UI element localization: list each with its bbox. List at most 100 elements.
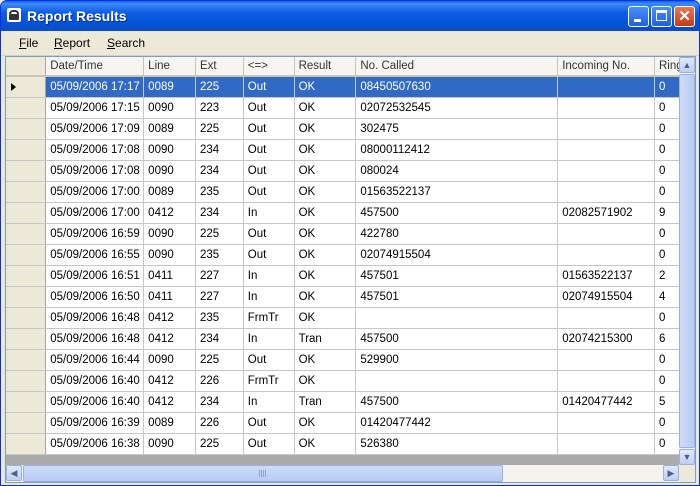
cell-number-called[interactable]: 08450507630 bbox=[355, 76, 559, 98]
horizontal-scrollbar[interactable]: ◀ ▶ bbox=[6, 465, 679, 482]
cell-datetime[interactable]: 05/09/2006 17:08 bbox=[45, 139, 145, 161]
cell-line[interactable]: 0090 bbox=[143, 139, 196, 161]
column-header-line[interactable]: Line bbox=[143, 57, 196, 77]
cell-incoming-number[interactable] bbox=[557, 244, 655, 266]
cell-number-called[interactable]: 02074915504 bbox=[355, 244, 559, 266]
cell-line[interactable]: 0090 bbox=[143, 244, 196, 266]
cell-result[interactable]: OK bbox=[294, 307, 357, 329]
row-selector[interactable] bbox=[6, 76, 47, 98]
column-header-number-called[interactable]: No. Called bbox=[355, 57, 559, 77]
cell-ext[interactable]: 225 bbox=[195, 349, 244, 371]
cell-result[interactable]: OK bbox=[294, 412, 357, 434]
cell-datetime[interactable]: 05/09/2006 17:00 bbox=[45, 202, 145, 224]
row-selector[interactable] bbox=[6, 307, 47, 329]
cell-number-called[interactable]: 457501 bbox=[355, 286, 559, 308]
cell-direction[interactable]: Out bbox=[243, 412, 295, 434]
cell-direction[interactable]: Out bbox=[243, 244, 295, 266]
cell-line[interactable]: 0089 bbox=[143, 118, 196, 140]
cell-line[interactable]: 0412 bbox=[143, 391, 196, 413]
table-row[interactable]: 05/09/2006 17:08 0090 234 Out OK 08000112412 0 bbox=[6, 139, 695, 161]
row-selector[interactable] bbox=[6, 118, 47, 140]
cell-datetime[interactable]: 05/09/2006 16:38 bbox=[45, 433, 145, 455]
cell-direction[interactable]: In bbox=[243, 265, 295, 287]
vertical-scroll-thumb[interactable] bbox=[679, 74, 695, 448]
cell-number-called[interactable]: 457501 bbox=[355, 265, 559, 287]
cell-incoming-number[interactable] bbox=[557, 139, 655, 161]
cell-ext[interactable]: 235 bbox=[195, 244, 244, 266]
cell-number-called[interactable]: 526380 bbox=[355, 433, 559, 455]
row-selector[interactable] bbox=[6, 265, 47, 287]
cell-incoming-number[interactable] bbox=[557, 223, 655, 245]
table-row[interactable]: 05/09/2006 16:48 0412 234 In Tran 457500 02074… bbox=[6, 328, 695, 350]
cell-incoming-number[interactable]: 02082571902 bbox=[557, 202, 655, 224]
cell-datetime[interactable]: 05/09/2006 16:48 bbox=[45, 307, 145, 329]
cell-direction[interactable]: Out bbox=[243, 97, 295, 119]
minimize-button[interactable] bbox=[628, 6, 649, 27]
cell-line[interactable]: 0089 bbox=[143, 181, 196, 203]
column-header-incoming-number[interactable]: Incoming No. bbox=[557, 57, 655, 77]
cell-ext[interactable]: 225 bbox=[195, 223, 244, 245]
table-row[interactable]: 05/09/2006 17:00 0412 234 In OK 457500 0208257… bbox=[6, 202, 695, 224]
cell-incoming-number[interactable] bbox=[557, 76, 655, 98]
cell-ext[interactable]: 234 bbox=[195, 391, 244, 413]
cell-line[interactable]: 0089 bbox=[143, 76, 196, 98]
cell-datetime[interactable]: 05/09/2006 17:17 bbox=[45, 76, 145, 98]
cell-result[interactable]: OK bbox=[294, 286, 357, 308]
table-row[interactable]: 05/09/2006 17:09 0089 225 Out OK 302475 0 bbox=[6, 118, 695, 140]
cell-direction[interactable]: In bbox=[243, 286, 295, 308]
cell-number-called[interactable]: 457500 bbox=[355, 202, 559, 224]
cell-incoming-number[interactable] bbox=[557, 370, 655, 392]
row-selector[interactable] bbox=[6, 349, 47, 371]
cell-line[interactable]: 0090 bbox=[143, 349, 196, 371]
table-row[interactable]: 05/09/2006 16:38 0090 225 Out OK 526380 0 bbox=[6, 433, 695, 455]
cell-incoming-number[interactable] bbox=[557, 307, 655, 329]
cell-incoming-number[interactable] bbox=[557, 160, 655, 182]
cell-incoming-number[interactable] bbox=[557, 181, 655, 203]
cell-result[interactable]: OK bbox=[294, 370, 357, 392]
table-row[interactable]: 05/09/2006 16:40 0412 234 In Tran 457500 01420… bbox=[6, 391, 695, 413]
cell-datetime[interactable]: 05/09/2006 16:48 bbox=[45, 328, 145, 350]
table-row[interactable]: 05/09/2006 16:40 0412 226 FrmTr OK 0 bbox=[6, 370, 695, 392]
cell-ext[interactable]: 223 bbox=[195, 97, 244, 119]
cell-number-called[interactable]: 02072532545 bbox=[355, 97, 559, 119]
cell-datetime[interactable]: 05/09/2006 17:09 bbox=[45, 118, 145, 140]
table-row[interactable]: 05/09/2006 16:48 0412 235 FrmTr OK 0 bbox=[6, 307, 695, 329]
table-row[interactable]: 05/09/2006 16:59 0090 225 Out OK 422780 0 bbox=[6, 223, 695, 245]
cell-ext[interactable]: 235 bbox=[195, 181, 244, 203]
cell-number-called[interactable]: 457500 bbox=[355, 391, 559, 413]
cell-number-called[interactable] bbox=[355, 370, 559, 392]
cell-result[interactable]: OK bbox=[294, 139, 357, 161]
cell-number-called[interactable]: 457500 bbox=[355, 328, 559, 350]
table-row[interactable]: 05/09/2006 16:51 0411 227 In OK 457501 0156352… bbox=[6, 265, 695, 287]
cell-direction[interactable]: Out bbox=[243, 139, 295, 161]
cell-direction[interactable]: In bbox=[243, 391, 295, 413]
cell-number-called[interactable]: 529900 bbox=[355, 349, 559, 371]
cell-result[interactable]: OK bbox=[294, 244, 357, 266]
close-button[interactable]: ✕ bbox=[674, 6, 695, 27]
cell-ext[interactable]: 226 bbox=[195, 370, 244, 392]
table-row[interactable]: 05/09/2006 17:00 0089 235 Out OK 01563522137 0 bbox=[6, 181, 695, 203]
cell-line[interactable]: 0089 bbox=[143, 412, 196, 434]
row-selector[interactable] bbox=[6, 391, 47, 413]
cell-result[interactable]: Tran bbox=[294, 391, 357, 413]
cell-result[interactable]: OK bbox=[294, 160, 357, 182]
row-selector[interactable] bbox=[6, 202, 47, 224]
table-row[interactable]: 05/09/2006 16:44 0090 225 Out OK 529900 0 bbox=[6, 349, 695, 371]
cell-result[interactable]: OK bbox=[294, 265, 357, 287]
cell-number-called[interactable]: 080024 bbox=[355, 160, 559, 182]
cell-line[interactable]: 0412 bbox=[143, 370, 196, 392]
cell-number-called[interactable] bbox=[355, 307, 559, 329]
table-row[interactable]: 05/09/2006 16:50 0411 227 In OK 457501 0207491… bbox=[6, 286, 695, 308]
cell-datetime[interactable]: 05/09/2006 16:51 bbox=[45, 265, 145, 287]
cell-line[interactable]: 0412 bbox=[143, 202, 196, 224]
cell-ext[interactable]: 234 bbox=[195, 328, 244, 350]
cell-datetime[interactable]: 05/09/2006 16:50 bbox=[45, 286, 145, 308]
row-selector[interactable] bbox=[6, 139, 47, 161]
cell-result[interactable]: OK bbox=[294, 223, 357, 245]
cell-incoming-number[interactable] bbox=[557, 118, 655, 140]
cell-datetime[interactable]: 05/09/2006 16:44 bbox=[45, 349, 145, 371]
cell-line[interactable]: 0412 bbox=[143, 307, 196, 329]
cell-direction[interactable]: FrmTr bbox=[243, 370, 295, 392]
cell-line[interactable]: 0090 bbox=[143, 97, 196, 119]
cell-result[interactable]: OK bbox=[294, 433, 357, 455]
